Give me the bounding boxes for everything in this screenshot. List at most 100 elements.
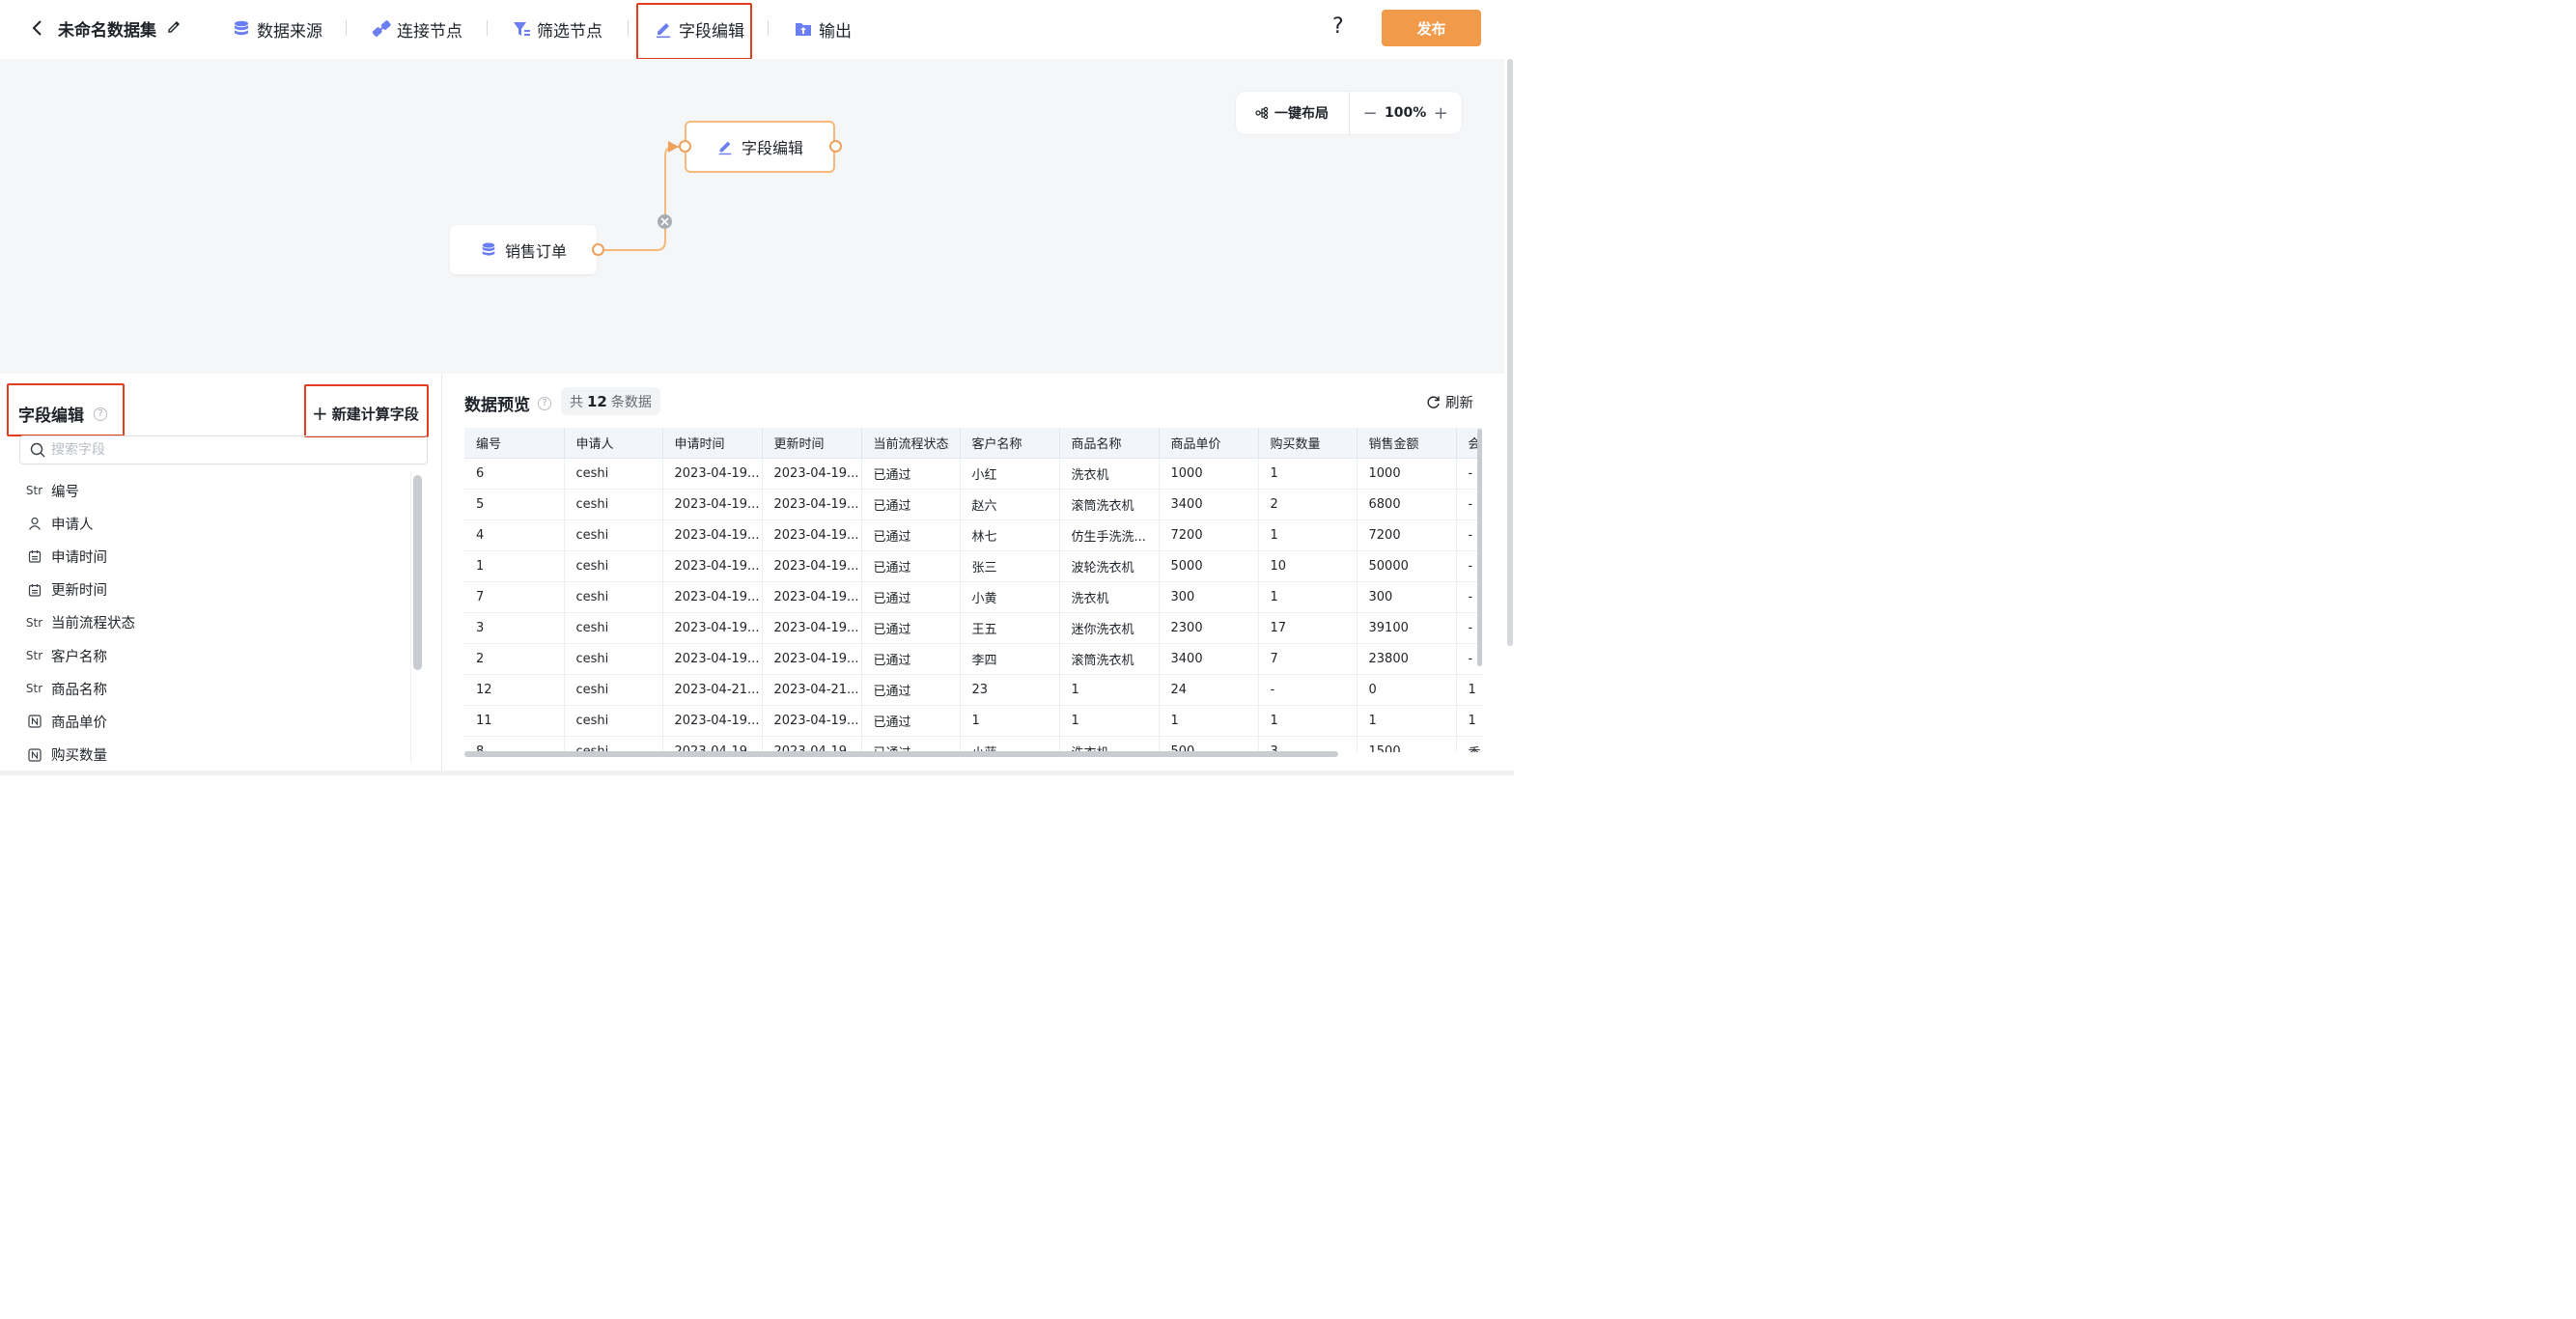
preview-table-container: 编号 申请人 申请时间 更新时间 当前流程状态 客户名称 商品名称 商品单价 购… bbox=[464, 428, 1482, 752]
dataset-title: 未命名数据集 bbox=[58, 21, 156, 41]
field-list-scrollbar[interactable] bbox=[413, 475, 422, 670]
table-row[interactable]: 7 ceshi 2023-04-19... 2023-04-19... 已通过 小黄 洗衣机… bbox=[464, 581, 1482, 613]
table-cell: 12 bbox=[464, 674, 565, 706]
field-item[interactable]: 更新时间 bbox=[0, 574, 409, 606]
node-field-edit[interactable]: 字段编辑 bbox=[685, 121, 835, 173]
edit-out-port[interactable] bbox=[829, 140, 842, 153]
divider bbox=[628, 20, 629, 36]
column-header[interactable]: 商品名称 bbox=[1059, 428, 1160, 459]
table-cell: 已通过 bbox=[861, 458, 961, 490]
table-row[interactable]: 5 ceshi 2023-04-19... 2023-04-19... 已通过 赵六 滚筒洗… bbox=[464, 489, 1482, 520]
table-cell: 已通过 bbox=[861, 643, 961, 675]
field-item[interactable]: Str 商品名称 bbox=[0, 672, 409, 705]
refresh-button[interactable]: 刷新 bbox=[1426, 392, 1473, 412]
question-icon[interactable]: ? bbox=[538, 396, 551, 410]
column-header[interactable]: 当前流程状态 bbox=[861, 428, 961, 459]
tool-filter-node[interactable]: 筛选节点 bbox=[512, 14, 602, 44]
table-cell: 已通过 bbox=[861, 489, 961, 520]
help-icon[interactable]: ? bbox=[1332, 14, 1344, 39]
source-out-port[interactable] bbox=[592, 243, 604, 256]
page-scrollbar[interactable] bbox=[1507, 59, 1513, 646]
number-type-icon bbox=[26, 715, 42, 729]
tool-label: 数据来源 bbox=[257, 21, 322, 42]
field-item[interactable]: Str 编号 bbox=[0, 474, 409, 507]
back-arrow-icon[interactable] bbox=[27, 17, 48, 39]
field-name: 购买数量 bbox=[51, 748, 107, 764]
zoom-out-icon[interactable]: − bbox=[1359, 103, 1381, 124]
field-item[interactable]: 商品单价 bbox=[0, 705, 409, 738]
table-row[interactable]: 1 ceshi 2023-04-19... 2023-04-19... 已通过 张三 波轮洗… bbox=[464, 550, 1482, 582]
field-name: 商品单价 bbox=[51, 715, 107, 731]
field-item[interactable]: 申请人 bbox=[0, 507, 409, 540]
str-type-icon: Str bbox=[25, 484, 43, 498]
column-header[interactable]: 客户名称 bbox=[960, 428, 1060, 459]
table-cell: 2300 bbox=[1159, 612, 1259, 644]
field-item[interactable]: 申请时间 bbox=[0, 540, 409, 573]
column-header[interactable]: 申请人 bbox=[564, 428, 663, 459]
table-cell: 2023-04-19... bbox=[662, 489, 763, 520]
node-source[interactable]: 销售订单 bbox=[450, 225, 597, 274]
toolbar: 未命名数据集 数据来源 连接节点 筛选节点 字段编辑 输出 ? 发布 bbox=[0, 0, 1514, 60]
auto-layout-button[interactable]: 一键布局 bbox=[1236, 92, 1350, 134]
table-cell: 1 bbox=[1159, 705, 1259, 737]
table-cell: ceshi bbox=[564, 643, 663, 675]
table-cell: 1 bbox=[1456, 674, 1482, 706]
tool-data-source[interactable]: 数据来源 bbox=[232, 14, 322, 44]
table-cell: 8 bbox=[464, 736, 565, 752]
table-cell: ceshi bbox=[564, 612, 663, 644]
field-item[interactable]: Str 当前流程状态 bbox=[0, 606, 409, 639]
table-cell: 1 bbox=[1258, 519, 1358, 551]
table-cell: ceshi bbox=[564, 581, 663, 613]
table-cell: 5000 bbox=[1159, 550, 1259, 582]
table-cell: 2023-04-19... bbox=[662, 519, 763, 551]
row-count-badge: 共 12 条数据 bbox=[561, 387, 660, 415]
table-row[interactable]: 2 ceshi 2023-04-19... 2023-04-19... 已通过 李四 滚筒洗… bbox=[464, 643, 1482, 675]
count-prefix: 共 bbox=[570, 394, 583, 410]
flow-canvas[interactable]: 一键布局 − 100% + 销售订单 字段编辑 bbox=[0, 59, 1504, 374]
publish-button[interactable]: 发布 bbox=[1382, 10, 1481, 46]
column-header[interactable]: 销售金额 bbox=[1357, 428, 1457, 459]
table-cell: 已通过 bbox=[861, 612, 961, 644]
zoom-in-icon[interactable]: + bbox=[1430, 103, 1451, 124]
table-row[interactable]: 11 ceshi 2023-04-19... 2023-04-19... 已通过 1 1 1 1… bbox=[464, 705, 1482, 737]
table-vertical-scrollbar[interactable] bbox=[1477, 429, 1482, 666]
connector-edge[interactable] bbox=[0, 59, 966, 378]
table-cell: ceshi bbox=[564, 674, 663, 706]
column-header[interactable]: 商品单价 bbox=[1159, 428, 1259, 459]
edit-in-port[interactable] bbox=[679, 140, 691, 153]
tool-output[interactable]: 输出 bbox=[794, 14, 852, 44]
field-item[interactable]: 购买数量 bbox=[0, 739, 409, 764]
table-cell: 2023-04-19... bbox=[762, 519, 862, 551]
table-cell: 23800 bbox=[1357, 643, 1457, 675]
table-cell: - bbox=[1258, 674, 1358, 706]
search-input[interactable] bbox=[51, 442, 418, 458]
table-row[interactable]: 4 ceshi 2023-04-19... 2023-04-19... 已通过 林七 仿生手… bbox=[464, 519, 1482, 551]
table-cell: 3400 bbox=[1159, 489, 1259, 520]
tool-join-node[interactable]: 连接节点 bbox=[372, 14, 462, 44]
table-cell: 1000 bbox=[1357, 458, 1457, 490]
preview-title: 数据预览 ? bbox=[464, 391, 551, 415]
table-cell: 500 bbox=[1159, 736, 1259, 752]
table-cell: 已通过 bbox=[861, 674, 961, 706]
database-icon bbox=[235, 20, 248, 36]
table-row[interactable]: 8ceshi2023-04-19...2023-04-19...已通过小蓝洗衣机… bbox=[464, 736, 1482, 752]
column-header[interactable]: 更新时间 bbox=[762, 428, 862, 459]
preview-title-text: 数据预览 bbox=[464, 396, 530, 415]
table-cell: 已通过 bbox=[861, 519, 961, 551]
highlight-box bbox=[636, 3, 752, 60]
divider bbox=[768, 20, 769, 36]
table-row[interactable]: 3 ceshi 2023-04-19... 2023-04-19... 已通过 王五 迷你洗… bbox=[464, 612, 1482, 644]
column-header[interactable]: 编号 bbox=[464, 428, 565, 459]
remove-edge-icon[interactable] bbox=[658, 214, 672, 229]
table-cell: 1 bbox=[960, 705, 1060, 737]
field-item[interactable]: Str 客户名称 bbox=[0, 639, 409, 672]
field-name: 申请时间 bbox=[51, 549, 107, 566]
table-cell: 2023-04-19... bbox=[662, 458, 763, 490]
rename-pencil-icon[interactable] bbox=[166, 18, 183, 36]
table-row[interactable]: 6 ceshi 2023-04-19... 2023-04-19... 已通过 小红 洗衣机… bbox=[464, 458, 1482, 490]
data-preview-panel: 数据预览 ? 共 12 条数据 刷新 编号 申请人 申请时间 更新时间 当前流程… bbox=[443, 375, 1504, 775]
table-horizontal-scrollbar[interactable] bbox=[464, 751, 1338, 757]
column-header[interactable]: 购买数量 bbox=[1258, 428, 1358, 459]
column-header[interactable]: 申请时间 bbox=[662, 428, 763, 459]
table-row[interactable]: 12 ceshi 2023-04-21... 2023-04-21... 已通过 23 1 2… bbox=[464, 674, 1482, 706]
